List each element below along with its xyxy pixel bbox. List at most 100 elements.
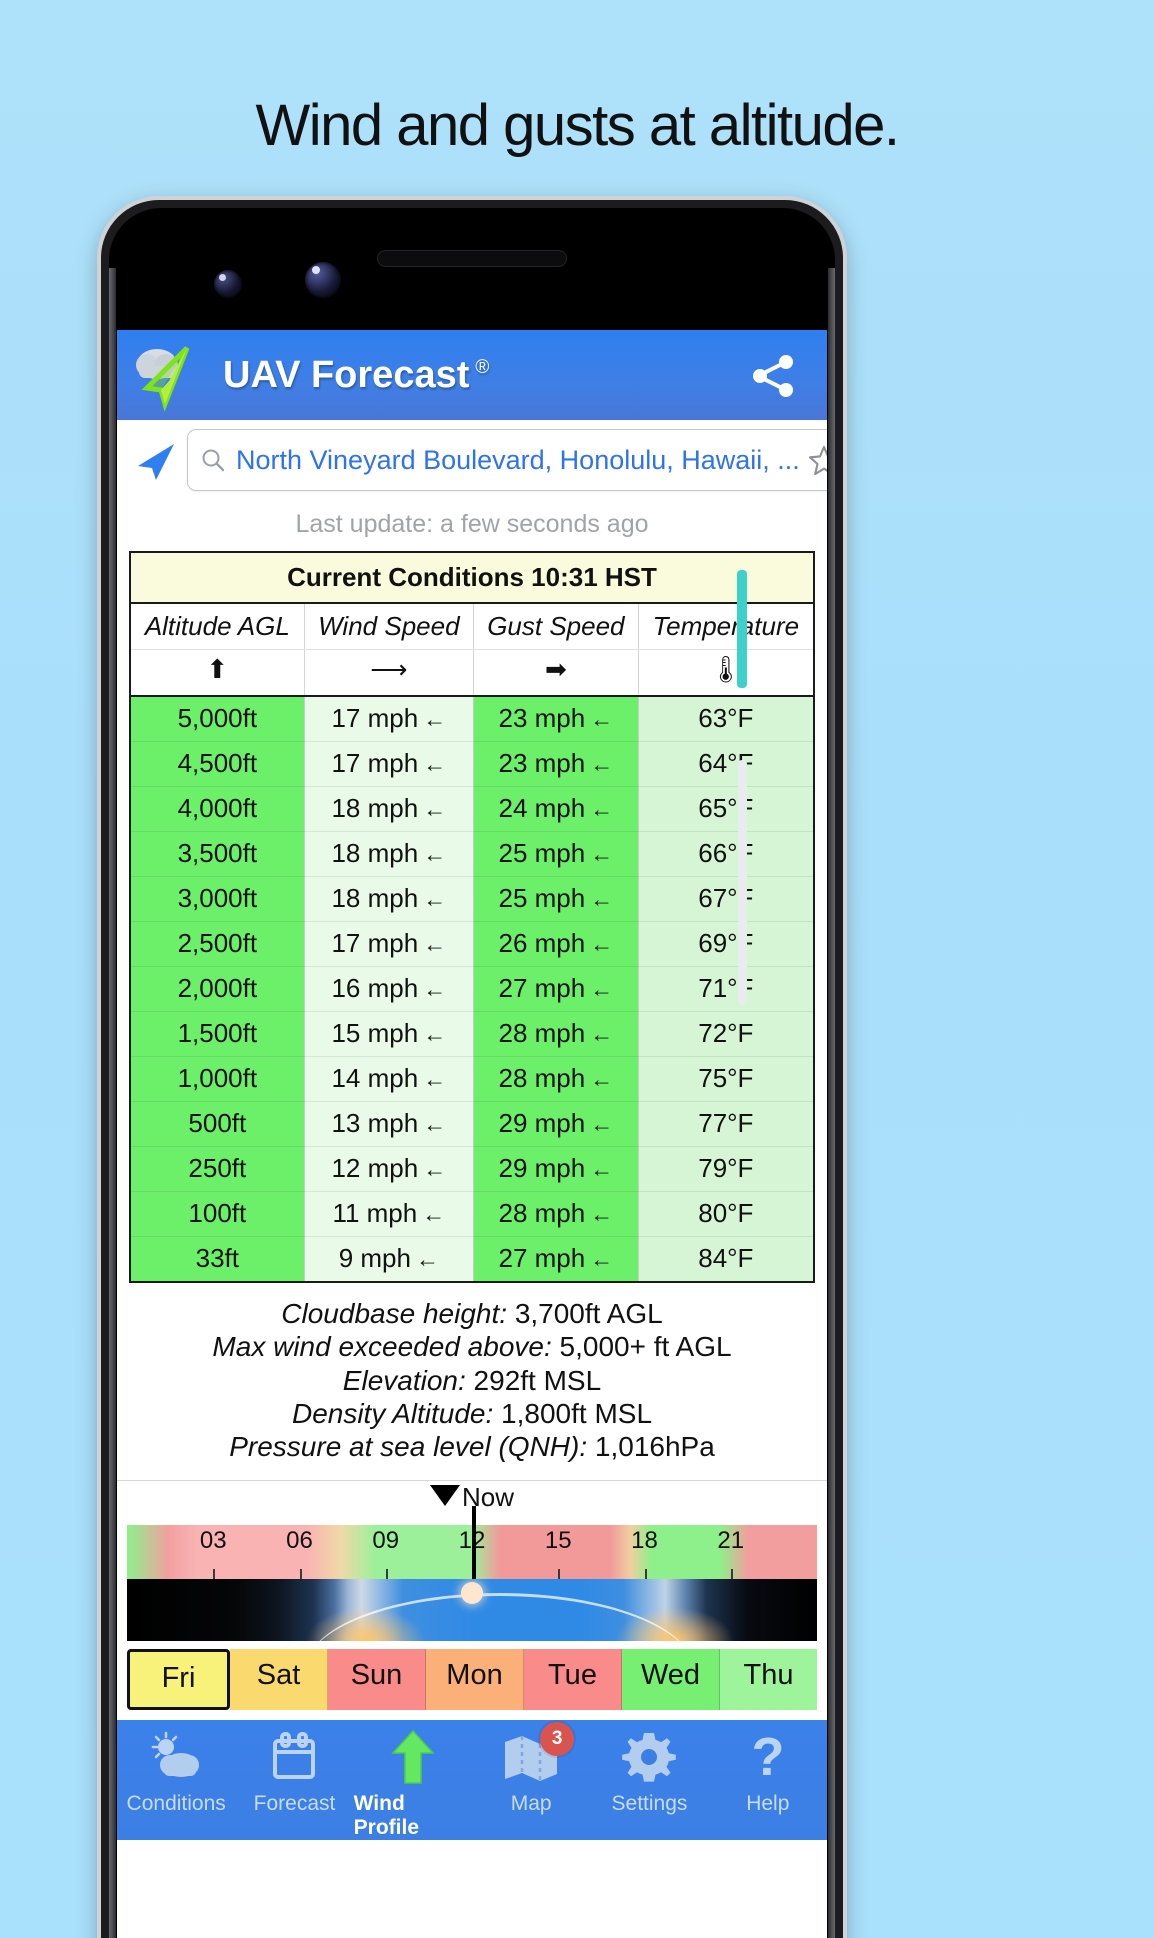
star-outline-icon[interactable] [808, 444, 827, 476]
cell-wind-speed: 17 mph ← [304, 921, 475, 967]
cell-temperature: 77°F [638, 1101, 814, 1147]
cell-gust-speed: 29 mph ← [473, 1101, 639, 1147]
day-tab-thu[interactable]: Thu [720, 1648, 817, 1710]
table-row: 2,500ft 17 mph ← 26 mph ← 69°F [130, 921, 814, 967]
wind-direction-arrow-icon: ← [590, 841, 614, 867]
cell-wind-speed: 12 mph ← [304, 1146, 475, 1192]
day-tab-tue[interactable]: Tue [524, 1648, 622, 1710]
nav-item-label: Help [746, 1791, 790, 1815]
cell-wind-speed: 9 mph ← [304, 1236, 475, 1283]
wind-direction-arrow-icon: ← [423, 1111, 447, 1137]
info-value: 292ft MSL [473, 1364, 602, 1396]
column-header-wind-speed: Wind Speed [304, 603, 475, 650]
now-label: Now [461, 1481, 515, 1512]
info-label: Elevation: [342, 1364, 466, 1396]
share-icon[interactable] [751, 354, 797, 398]
cell-temperature: 63°F [638, 696, 814, 742]
phone-mockup: UAV Forecast ® North Vineyard Boulevard,… [101, 200, 843, 1938]
cell-temperature: 72°F [638, 1011, 814, 1057]
nav-item-label: Settings [611, 1791, 688, 1815]
wind-direction-arrow-icon: ← [590, 1156, 614, 1182]
timeline-hour-tick [644, 1568, 647, 1579]
day-tab-fri[interactable]: Fri [127, 1648, 230, 1710]
wind-direction-arrow-icon: ← [590, 796, 614, 822]
column-header-altitude: Altitude AGL [130, 603, 305, 650]
wind-direction-arrow-icon: ← [423, 976, 447, 1002]
day-tab-label: Wed [640, 1658, 701, 1691]
cell-temperature: 65°F [638, 786, 814, 832]
phone-side-button-top [737, 570, 747, 688]
cell-altitude: 250ft [130, 1146, 305, 1192]
table-row: 2,000ft 16 mph ← 27 mph ← 71°F [130, 966, 814, 1012]
day-tab-wed[interactable]: Wed [622, 1648, 720, 1710]
search-input-value: North Vineyard Boulevard, Honolulu, Hawa… [236, 444, 800, 475]
app-bar: UAV Forecast ® [117, 330, 827, 420]
day-tab-label: Tue [548, 1658, 597, 1691]
wind-direction-arrow-icon: ← [423, 796, 447, 822]
nav-item-map[interactable]: 3 Map [472, 1721, 590, 1840]
timeline-hour-tick [558, 1568, 561, 1579]
day-tab-sun[interactable]: Sun [328, 1648, 426, 1710]
navigation-arrow-icon[interactable] [125, 434, 187, 486]
notification-badge: 3 [540, 1721, 575, 1756]
front-camera-2 [305, 262, 341, 298]
last-update-status: Last update: a few seconds ago [117, 500, 827, 551]
sun-cloud-icon [147, 1728, 205, 1786]
table-row: 4,000ft 18 mph ← 24 mph ← 65°F [130, 786, 814, 832]
nav-item-settings[interactable]: Settings [590, 1728, 708, 1840]
now-triangle-icon [429, 1484, 460, 1506]
cell-wind-speed: 15 mph ← [304, 1011, 475, 1057]
timeline[interactable]: Now 03060912151821 [117, 1480, 827, 1641]
timeline-hour-label: 21 [717, 1526, 745, 1554]
table-row: 100ft 11 mph ← 28 mph ← 80°F [130, 1191, 814, 1237]
wind-direction-arrow-icon: ← [590, 706, 614, 732]
cell-gust-speed: 29 mph ← [473, 1146, 639, 1192]
phone-rail-left [109, 268, 116, 1938]
cell-gust-speed: 25 mph ← [473, 876, 639, 922]
wind-direction-arrow-icon: ← [590, 751, 614, 777]
nav-item-help[interactable]: ? Help [709, 1728, 827, 1840]
timeline-hour-tick [730, 1568, 733, 1579]
timeline-hour-label: 06 [286, 1526, 313, 1554]
calendar-icon [268, 1728, 320, 1786]
info-value: 5,000+ ft AGL [559, 1331, 732, 1363]
day-tab-label: Mon [446, 1658, 503, 1691]
cell-altitude: 4,500ft [130, 741, 305, 787]
info-value: 1,016hPa [594, 1431, 715, 1463]
conditions-table-wrapper: Current Conditions 10:31 HST Altitude AG… [117, 551, 827, 1283]
cell-gust-speed: 23 mph ← [473, 741, 639, 787]
day-tab-label: Sat [256, 1658, 301, 1691]
table-row: 5,000ft 17 mph ← 23 mph ← 63°F [130, 696, 814, 742]
cell-wind-speed: 16 mph ← [304, 966, 475, 1012]
cell-altitude: 500ft [130, 1101, 305, 1147]
day-tab-mon[interactable]: Mon [426, 1648, 524, 1710]
nav-item-conditions[interactable]: Conditions [117, 1728, 235, 1840]
thermometer-icon: 🌡 [638, 649, 814, 697]
cell-gust-speed: 28 mph ← [473, 1191, 639, 1237]
phone-bezel: UAV Forecast ® North Vineyard Boulevard,… [109, 208, 835, 1938]
wind-direction-arrow-icon: ← [590, 1201, 614, 1227]
app-title-text: UAV Forecast [223, 353, 470, 396]
nav-item-wind-profile[interactable]: Wind Profile [354, 1728, 472, 1840]
table-row: 1,500ft 15 mph ← 28 mph ← 72°F [130, 1011, 814, 1057]
info-label: Density Altitude: [291, 1397, 494, 1429]
summary-info-block: Cloudbase height: 3,700ft AGL Max wind e… [117, 1283, 827, 1481]
day-tab-label: Fri [161, 1661, 196, 1694]
nav-item-forecast[interactable]: Forecast [235, 1728, 353, 1840]
cell-wind-speed: 14 mph ← [304, 1056, 475, 1102]
timeline-hour-bar[interactable]: 03060912151821 [127, 1505, 817, 1579]
table-row: 1,000ft 14 mph ← 28 mph ← 75°F [130, 1056, 814, 1102]
cell-temperature: 66°F [638, 831, 814, 877]
day-tab-sat[interactable]: Sat [230, 1648, 328, 1710]
cell-altitude: 2,500ft [130, 921, 305, 967]
svg-text:?: ? [751, 1729, 784, 1785]
sun-position-dot [461, 1581, 483, 1604]
wind-direction-arrow-icon: ← [422, 1201, 446, 1227]
cell-wind-speed: 11 mph ← [304, 1191, 475, 1237]
nav-item-label: Forecast [253, 1791, 336, 1815]
table-caption-row: Current Conditions 10:31 HST [130, 552, 814, 604]
search-input[interactable]: North Vineyard Boulevard, Honolulu, Hawa… [187, 429, 827, 491]
info-label: Max wind exceeded above: [212, 1331, 552, 1363]
table-row: 500ft 13 mph ← 29 mph ← 77°F [130, 1101, 814, 1147]
gear-icon [622, 1728, 677, 1786]
